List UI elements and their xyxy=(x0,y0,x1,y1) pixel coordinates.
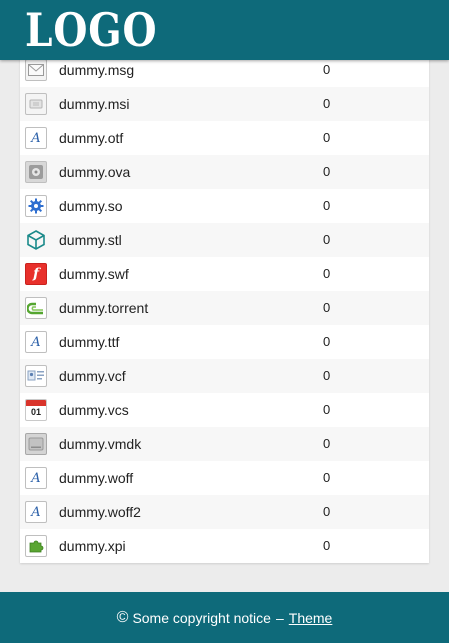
file-name-link[interactable]: dummy.vcf xyxy=(59,359,126,393)
file-row[interactable]: A dummy.ttf 0 xyxy=(20,325,429,359)
logo[interactable]: LOGO xyxy=(25,2,157,58)
file-name-link[interactable]: dummy.ttf xyxy=(59,325,119,359)
file-row[interactable]: dummy.vcf 0 xyxy=(20,359,429,393)
file-name-link[interactable]: dummy.stl xyxy=(59,223,122,257)
file-size: 0 xyxy=(323,470,331,485)
file-name-link[interactable]: dummy.msi xyxy=(59,87,130,121)
file-size: 0 xyxy=(323,368,331,383)
contact-card-icon xyxy=(25,365,47,387)
flash-icon: f xyxy=(25,263,47,285)
calendar-icon: 01 xyxy=(25,399,47,421)
file-row[interactable]: dummy.xpi 0 xyxy=(20,529,429,563)
file-size: 0 xyxy=(323,198,331,213)
file-name-link[interactable]: dummy.so xyxy=(59,189,123,223)
file-list: dummy.msg 0 dummy.msi 0 A dummy.otf 0 du… xyxy=(20,36,429,563)
font-icon: A xyxy=(25,331,47,353)
file-size: 0 xyxy=(323,130,331,145)
file-size: 0 xyxy=(323,300,331,315)
file-row[interactable]: A dummy.woff2 0 xyxy=(20,495,429,529)
file-size: 0 xyxy=(323,232,331,247)
envelope-icon xyxy=(25,59,47,81)
file-row[interactable]: dummy.ova 0 xyxy=(20,155,429,189)
file-row[interactable]: A dummy.woff 0 xyxy=(20,461,429,495)
file-row[interactable]: dummy.msi 0 xyxy=(20,87,429,121)
file-size: 0 xyxy=(323,164,331,179)
file-name-link[interactable]: dummy.woff2 xyxy=(59,495,141,529)
file-size: 0 xyxy=(323,436,331,451)
file-name-link[interactable]: dummy.vcs xyxy=(59,393,129,427)
font-icon: A xyxy=(25,467,47,489)
file-row[interactable]: dummy.vmdk 0 xyxy=(20,427,429,461)
copyright-icon: © xyxy=(116,608,129,626)
footer-separator: – xyxy=(275,609,284,626)
file-size: 0 xyxy=(323,402,331,417)
file-name-link[interactable]: dummy.ova xyxy=(59,155,130,189)
theme-link[interactable]: Theme xyxy=(289,610,333,626)
font-icon: A xyxy=(25,127,47,149)
cube-icon xyxy=(25,229,47,251)
file-name-link[interactable]: dummy.swf xyxy=(59,257,129,291)
file-name-link[interactable]: dummy.otf xyxy=(59,121,123,155)
puzzle-icon xyxy=(25,535,47,557)
torrent-icon xyxy=(25,297,47,319)
site-header: LOGO xyxy=(0,0,449,60)
file-name-link[interactable]: dummy.vmdk xyxy=(59,427,141,461)
installer-icon xyxy=(25,93,47,115)
file-name-link[interactable]: dummy.woff xyxy=(59,461,133,495)
copyright-notice: Some copyright notice xyxy=(132,609,271,626)
site-footer: © Some copyright notice – Theme xyxy=(0,592,449,643)
file-size: 0 xyxy=(323,266,331,281)
hard-drive-icon xyxy=(25,433,47,455)
file-row[interactable]: f dummy.swf 0 xyxy=(20,257,429,291)
calendar-day: 01 xyxy=(30,407,41,417)
file-size: 0 xyxy=(323,504,331,519)
file-size: 0 xyxy=(323,334,331,349)
file-row[interactable]: dummy.stl 0 xyxy=(20,223,429,257)
file-name-link[interactable]: dummy.torrent xyxy=(59,291,148,325)
font-icon: A xyxy=(25,501,47,523)
file-size: 0 xyxy=(323,96,331,111)
file-row[interactable]: dummy.so 0 xyxy=(20,189,429,223)
gear-icon xyxy=(25,195,47,217)
file-row[interactable]: 01 dummy.vcs 0 xyxy=(20,393,429,427)
file-row[interactable]: A dummy.otf 0 xyxy=(20,121,429,155)
file-size: 0 xyxy=(323,538,331,553)
file-name-link[interactable]: dummy.xpi xyxy=(59,529,126,563)
disk-image-icon xyxy=(25,161,47,183)
file-row[interactable]: dummy.torrent 0 xyxy=(20,291,429,325)
